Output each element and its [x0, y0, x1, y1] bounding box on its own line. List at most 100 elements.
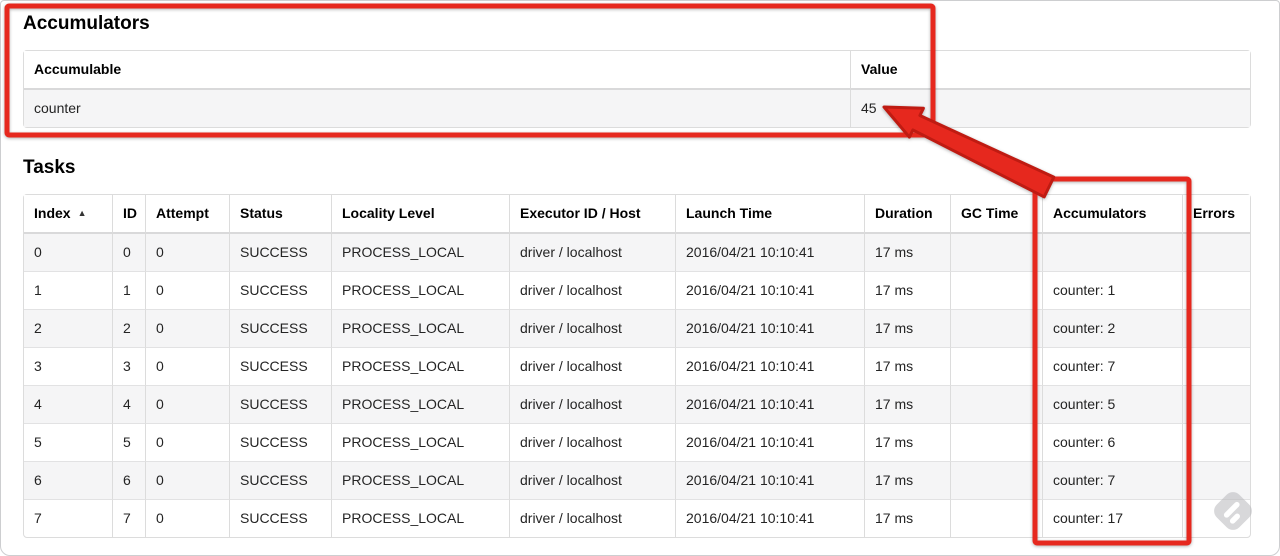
task-cell-attempt: 0: [145, 461, 229, 499]
column-header-accumulators[interactable]: Accumulators: [1042, 195, 1182, 234]
task-row: 1 1 0 SUCCESS PROCESS_LOCAL driver / localhos…: [24, 271, 1250, 309]
column-header-label: ID: [123, 205, 137, 221]
task-cell-errors: [1182, 385, 1250, 423]
spark-stage-detail-page: Accumulators Accumulable Value counter 45 …: [0, 0, 1280, 556]
column-header-launch-time[interactable]: Launch Time: [675, 195, 864, 234]
task-cell-executor-id-host: driver / localhost: [509, 499, 675, 537]
column-header-accumulable[interactable]: Accumulable: [24, 51, 850, 90]
task-cell-duration: 17 ms: [864, 234, 950, 271]
column-header-label: Launch Time: [686, 205, 773, 221]
task-cell-launch-time: 2016/04/21 10:10:41: [675, 461, 864, 499]
task-cell-locality-level: PROCESS_LOCAL: [331, 271, 509, 309]
watermark-icon: [1214, 492, 1252, 530]
task-cell-id: 5: [112, 423, 145, 461]
column-header-label: Value: [861, 61, 898, 77]
task-cell-index: 6: [24, 461, 112, 499]
column-header-attempt[interactable]: Attempt: [145, 195, 229, 234]
task-cell-launch-time: 2016/04/21 10:10:41: [675, 385, 864, 423]
task-cell-accumulators: counter: 5: [1042, 385, 1182, 423]
task-cell-errors: [1182, 423, 1250, 461]
task-cell-locality-level: PROCESS_LOCAL: [331, 385, 509, 423]
task-cell-launch-time: 2016/04/21 10:10:41: [675, 347, 864, 385]
task-row: 3 3 0 SUCCESS PROCESS_LOCAL driver / localhos…: [24, 347, 1250, 385]
column-header-value[interactable]: Value: [850, 51, 1250, 90]
task-cell-gc-time: [950, 385, 1042, 423]
task-cell-executor-id-host: driver / localhost: [509, 347, 675, 385]
task-cell-index: 1: [24, 271, 112, 309]
task-cell-duration: 17 ms: [864, 461, 950, 499]
task-cell-accumulators: counter: 7: [1042, 461, 1182, 499]
accumulable-cell-value: 45: [850, 90, 1250, 127]
task-cell-accumulators: counter: 7: [1042, 347, 1182, 385]
accumulators-table: Accumulable Value counter 45: [23, 50, 1251, 128]
task-cell-launch-time: 2016/04/21 10:10:41: [675, 271, 864, 309]
task-cell-id: 1: [112, 271, 145, 309]
task-cell-status: SUCCESS: [229, 499, 331, 537]
task-cell-index: 4: [24, 385, 112, 423]
column-header-index[interactable]: Index ▲: [24, 195, 112, 234]
task-cell-executor-id-host: driver / localhost: [509, 461, 675, 499]
task-cell-accumulators: counter: 6: [1042, 423, 1182, 461]
column-header-label: Accumulable: [34, 61, 122, 77]
column-header-label: GC Time: [961, 205, 1019, 221]
task-cell-accumulators: counter: 2: [1042, 309, 1182, 347]
task-cell-errors: [1182, 234, 1250, 271]
task-cell-attempt: 0: [145, 385, 229, 423]
task-cell-duration: 17 ms: [864, 271, 950, 309]
accumulable-row: counter 45: [24, 90, 1250, 127]
task-cell-accumulators: [1042, 234, 1182, 271]
column-header-label: Locality Level: [342, 205, 435, 221]
column-header-duration[interactable]: Duration: [864, 195, 950, 234]
task-cell-duration: 17 ms: [864, 309, 950, 347]
task-cell-status: SUCCESS: [229, 271, 331, 309]
task-cell-id: 3: [112, 347, 145, 385]
task-cell-status: SUCCESS: [229, 385, 331, 423]
column-header-executor-id-host[interactable]: Executor ID / Host: [509, 195, 675, 234]
task-cell-attempt: 0: [145, 423, 229, 461]
task-cell-gc-time: [950, 347, 1042, 385]
task-cell-executor-id-host: driver / localhost: [509, 309, 675, 347]
column-header-label: Attempt: [156, 205, 209, 221]
task-cell-gc-time: [950, 423, 1042, 461]
task-cell-duration: 17 ms: [864, 347, 950, 385]
sort-ascending-icon: ▲: [77, 208, 87, 218]
task-cell-index: 7: [24, 499, 112, 537]
column-header-status[interactable]: Status: [229, 195, 331, 234]
task-cell-locality-level: PROCESS_LOCAL: [331, 347, 509, 385]
task-row: 7 7 0 SUCCESS PROCESS_LOCAL driver / localhos…: [24, 499, 1250, 537]
task-cell-duration: 17 ms: [864, 423, 950, 461]
task-cell-executor-id-host: driver / localhost: [509, 271, 675, 309]
column-header-locality-level[interactable]: Locality Level: [331, 195, 509, 234]
column-header-errors[interactable]: Errors: [1182, 195, 1250, 234]
task-cell-executor-id-host: driver / localhost: [509, 385, 675, 423]
task-cell-gc-time: [950, 499, 1042, 537]
task-cell-launch-time: 2016/04/21 10:10:41: [675, 234, 864, 271]
task-cell-status: SUCCESS: [229, 347, 331, 385]
task-cell-locality-level: PROCESS_LOCAL: [331, 461, 509, 499]
task-cell-errors: [1182, 347, 1250, 385]
column-header-label: Errors: [1193, 205, 1236, 221]
task-row: 4 4 0 SUCCESS PROCESS_LOCAL driver / localhos…: [24, 385, 1250, 423]
task-cell-locality-level: PROCESS_LOCAL: [331, 234, 509, 271]
tasks-table: Index ▲ ID Attempt Status Locality Level Execu…: [23, 194, 1251, 538]
task-cell-id: 6: [112, 461, 145, 499]
task-cell-index: 3: [24, 347, 112, 385]
task-cell-gc-time: [950, 461, 1042, 499]
task-cell-id: 7: [112, 499, 145, 537]
column-header-label: Duration: [875, 205, 933, 221]
task-cell-launch-time: 2016/04/21 10:10:41: [675, 499, 864, 537]
task-cell-accumulators: counter: 17: [1042, 499, 1182, 537]
column-header-label: Status: [240, 205, 283, 221]
task-row: 6 6 0 SUCCESS PROCESS_LOCAL driver / localhos…: [24, 461, 1250, 499]
task-cell-index: 2: [24, 309, 112, 347]
task-cell-launch-time: 2016/04/21 10:10:41: [675, 309, 864, 347]
task-cell-locality-level: PROCESS_LOCAL: [331, 309, 509, 347]
task-cell-id: 0: [112, 234, 145, 271]
task-cell-accumulators: counter: 1: [1042, 271, 1182, 309]
task-cell-launch-time: 2016/04/21 10:10:41: [675, 423, 864, 461]
task-cell-status: SUCCESS: [229, 461, 331, 499]
column-header-gc-time[interactable]: GC Time: [950, 195, 1042, 234]
task-cell-status: SUCCESS: [229, 309, 331, 347]
column-header-id[interactable]: ID: [112, 195, 145, 234]
task-cell-gc-time: [950, 271, 1042, 309]
